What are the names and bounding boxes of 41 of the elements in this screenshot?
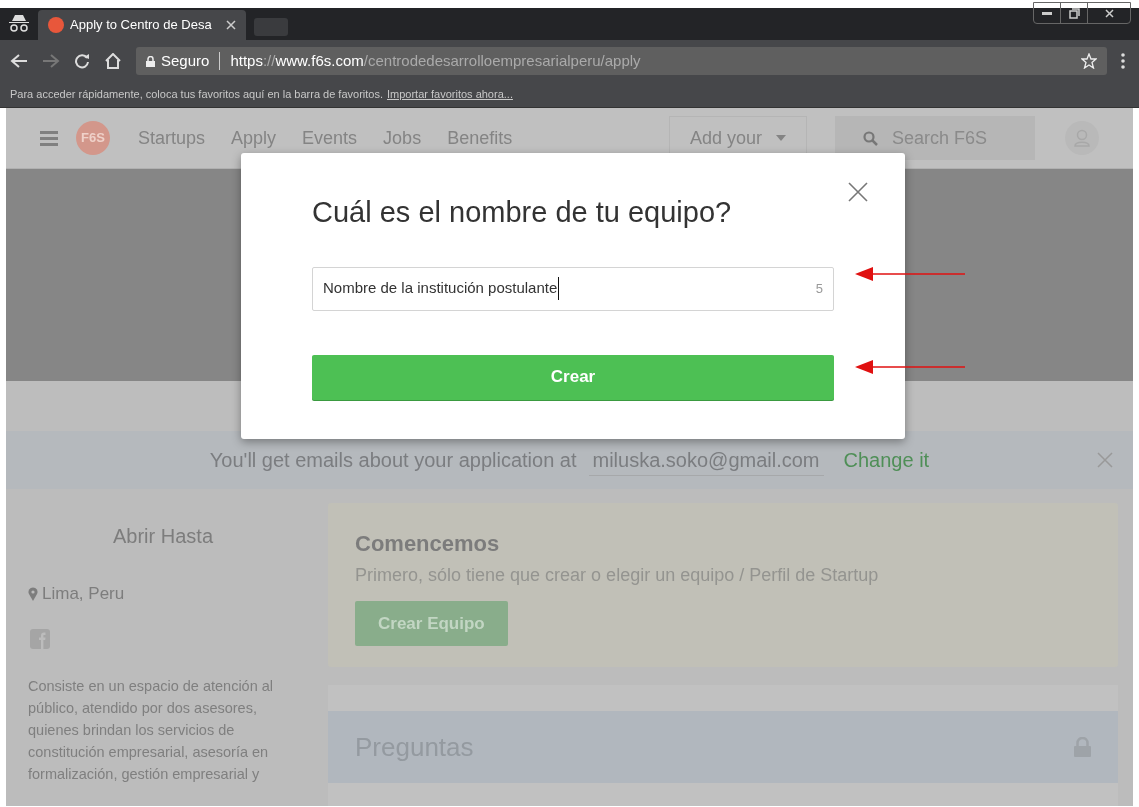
location-text: Lima, Peru <box>42 583 125 605</box>
menu-icon[interactable] <box>1121 53 1125 69</box>
reload-icon[interactable] <box>74 53 90 69</box>
team-name-field[interactable]: Nombre de la institución postulante 5 <box>312 266 834 311</box>
nav-link[interactable]: Benefits <box>447 124 513 152</box>
tab-title: Apply to Centro de Desa <box>70 16 212 35</box>
minimize-icon[interactable] <box>1042 11 1052 15</box>
character-count: 5 <box>815 279 823 298</box>
close-icon[interactable] <box>1104 8 1114 18</box>
close-icon[interactable] <box>226 20 236 30</box>
back-icon[interactable] <box>10 53 28 69</box>
url-text: https://www.f6s.com/centrodedesarrolloempresarialperu/apply <box>230 50 641 71</box>
create-team-button[interactable]: Crear Equipo <box>355 601 508 646</box>
security-label: Seguro <box>161 50 210 71</box>
home-icon[interactable] <box>104 53 122 69</box>
nav-link[interactable]: Events <box>302 124 358 152</box>
search-icon <box>863 130 878 146</box>
nav-link[interactable]: Startups <box>138 124 206 152</box>
browser-tab[interactable]: Apply to Centro de Desa <box>38 10 246 40</box>
caret-icon <box>776 135 786 141</box>
bookmarks-hint: Para acceder rápidamente, coloca tus favoritos aquí en la barra de favoritos. <box>10 87 383 103</box>
email-notice: You'll get emails about your application at <box>209 448 577 473</box>
nav-link[interactable]: Apply <box>231 124 277 152</box>
import-bookmarks-link[interactable]: Importar favoritos ahora... <box>387 86 513 103</box>
dialog-title: Cuál es el nombre de tu equipo? <box>312 195 733 230</box>
incognito-icon <box>8 14 30 32</box>
sidebar-heading: Abrir Hasta <box>113 524 213 549</box>
nav-link[interactable]: Jobs <box>383 124 422 152</box>
location-pin-icon <box>28 586 38 601</box>
lock-icon <box>146 55 155 67</box>
address-bar[interactable]: Seguro https://www.f6s.com/centrodedesarrolloempresarialperu/apply <box>136 47 1107 75</box>
restore-icon[interactable] <box>1068 7 1080 19</box>
star-icon[interactable] <box>1081 53 1097 69</box>
email-field[interactable]: miluska.soko@gmail.com <box>588 444 824 476</box>
create-button[interactable]: Crear <box>312 354 834 400</box>
card-title: Comencemos <box>355 530 501 558</box>
close-icon[interactable] <box>848 182 868 202</box>
description-text: Consiste en un espacio de atención al público, atendido por dos asesores, quienes brindan los servicios de constitución empresarial, asesoría en formalización, gestión empresarial y <box>28 676 275 784</box>
logo[interactable]: F6S <box>76 121 110 155</box>
favicon-icon <box>48 17 64 33</box>
change-email-link[interactable]: Change it <box>843 445 930 475</box>
